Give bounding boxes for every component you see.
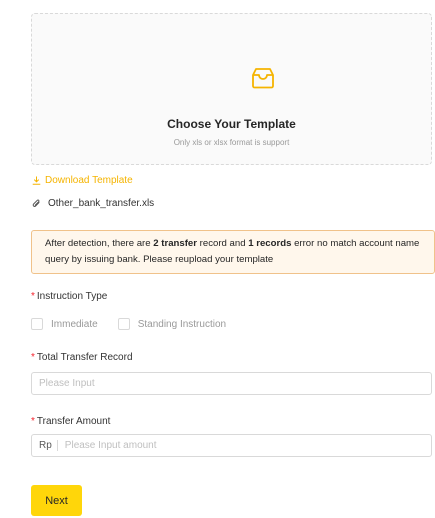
inbox-icon — [252, 68, 274, 89]
alert-text-2: record and — [197, 238, 249, 249]
alert-error-count: 1 records — [248, 238, 292, 249]
instruction-type-text: Instruction Type — [36, 291, 108, 302]
next-button[interactable]: Next — [31, 485, 82, 516]
immediate-label: Immediate — [51, 318, 98, 330]
upload-title: Choose Your Template — [167, 117, 296, 131]
transfer-amount-text: Transfer Amount — [36, 416, 111, 427]
alert-text-1: After detection, there are — [45, 238, 154, 249]
required-mark: * — [31, 291, 35, 302]
standing-instruction-label: Standing Instruction — [137, 318, 227, 330]
upload-subtitle: Only xls or xlsx format is support — [173, 138, 290, 147]
immediate-checkbox[interactable] — [31, 318, 43, 330]
transfer-amount-label: * Transfer Amount — [31, 416, 110, 427]
total-transfer-record-input[interactable]: Please Input — [31, 372, 432, 395]
template-upload-area[interactable]: Choose Your Template Only xls or xlsx fo… — [31, 13, 432, 165]
total-transfer-record-label: * Total Transfer Record — [31, 352, 133, 363]
immediate-option[interactable]: Immediate — [31, 318, 98, 330]
total-transfer-record-text: Total Transfer Record — [36, 352, 133, 363]
uploaded-file[interactable]: Other_bank_transfer.xls — [32, 198, 154, 209]
currency-prefix: Rp — [32, 440, 58, 451]
required-mark: * — [31, 416, 35, 427]
download-template-label: Download Template — [45, 175, 133, 186]
standing-instruction-checkbox[interactable] — [117, 318, 130, 330]
standing-instruction-option[interactable]: Standing Instruction — [117, 318, 227, 330]
file-name: Other_bank_transfer.xls — [48, 198, 155, 209]
paperclip-icon — [32, 199, 40, 207]
error-alert: After detection, there are 2 transfer re… — [31, 230, 435, 274]
required-mark: * — [31, 352, 35, 363]
instruction-type-options: Immediate Standing Instruction — [31, 318, 246, 330]
download-template-link[interactable]: Download Template — [32, 175, 133, 186]
transfer-amount-placeholder: Please Input amount — [64, 440, 157, 451]
transfer-amount-input[interactable]: Rp Please Input amount — [31, 434, 432, 457]
download-icon — [32, 176, 41, 185]
instruction-type-label: * Instruction Type — [31, 291, 107, 302]
alert-transfer-count: 2 transfer — [153, 238, 197, 249]
total-transfer-record-placeholder: Please Input — [39, 378, 95, 389]
